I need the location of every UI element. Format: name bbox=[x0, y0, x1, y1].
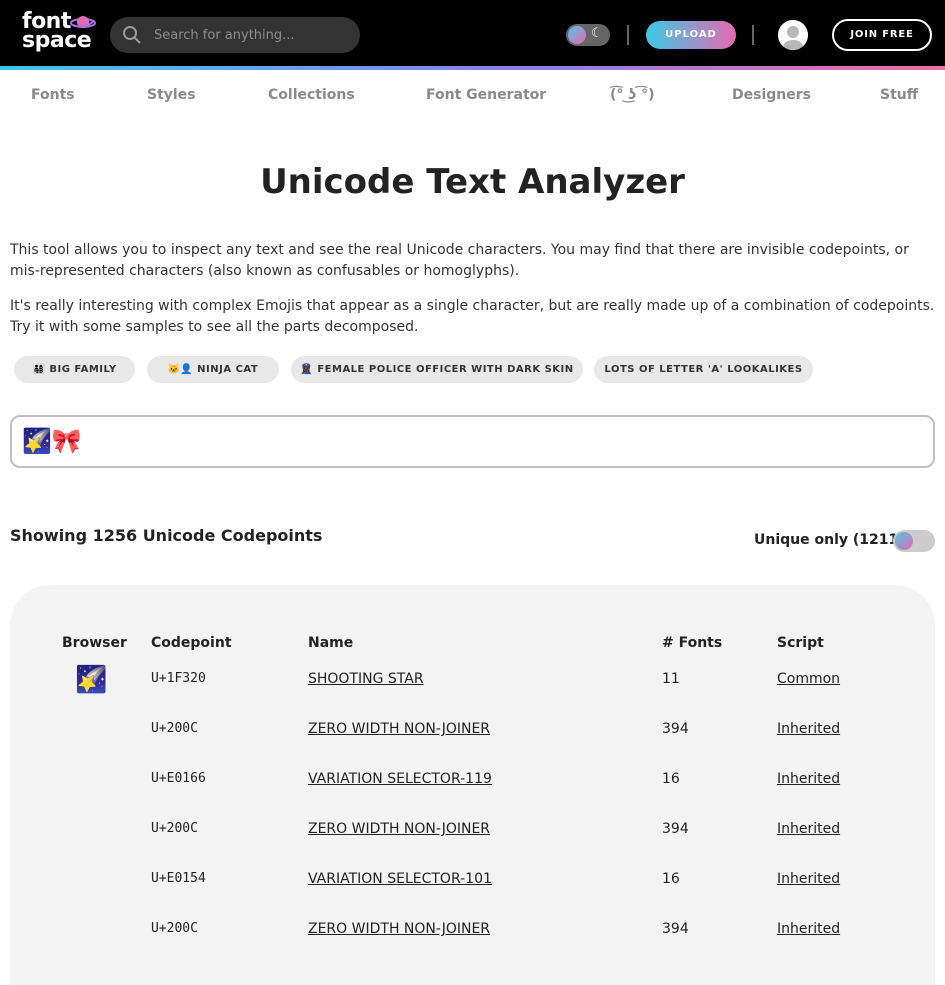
divider bbox=[752, 25, 754, 45]
avatar[interactable] bbox=[778, 20, 808, 50]
fontspace-logo[interactable]: font space bbox=[22, 11, 102, 56]
nav-collections[interactable]: Collections bbox=[268, 87, 355, 103]
planet-icon bbox=[70, 16, 96, 28]
header-script: Script bbox=[777, 635, 824, 651]
character-name-link[interactable]: SHOOTING STAR bbox=[308, 671, 424, 687]
script-link[interactable]: Inherited bbox=[777, 721, 840, 737]
codepoint-count: Showing 1256 Unicode Codepoints bbox=[10, 526, 323, 545]
nav-stuff[interactable]: Stuff bbox=[880, 87, 918, 103]
nav-font-generator[interactable]: Font Generator bbox=[426, 87, 546, 103]
header-name: Name bbox=[308, 635, 354, 651]
sample-big-family[interactable]: 👨‍👩‍👧‍👦 BIG FAMILY bbox=[14, 356, 135, 383]
toggle-knob bbox=[568, 26, 586, 44]
unique-only-toggle[interactable] bbox=[893, 530, 935, 552]
font-count-cell: 11 bbox=[662, 671, 680, 687]
sample-label: NINJA CAT bbox=[197, 364, 259, 375]
divider bbox=[627, 25, 629, 45]
nav-designers[interactable]: Designers bbox=[732, 87, 811, 103]
user-icon bbox=[778, 20, 808, 50]
unique-only-label: Unique only (1211) bbox=[754, 532, 905, 548]
main-nav: Fonts Styles Collections Font Generator … bbox=[0, 70, 945, 120]
script-link[interactable]: Inherited bbox=[777, 921, 840, 937]
page-title: Unicode Text Analyzer bbox=[260, 162, 685, 202]
header-browser: Browser bbox=[62, 635, 127, 651]
join-free-button[interactable]: JOIN FREE bbox=[832, 19, 932, 51]
police-officer-icon: 👮🏿‍♀️ bbox=[300, 364, 314, 375]
codepoint-cell: U+200C bbox=[151, 921, 198, 936]
analyzer-text-input[interactable]: 🌠🎀 bbox=[10, 415, 935, 468]
sample-police-officer[interactable]: 👮🏿‍♀️ FEMALE POLICE OFFICER WITH DARK SK… bbox=[291, 356, 583, 383]
dark-mode-toggle[interactable]: ☾ bbox=[566, 24, 610, 46]
search-input[interactable] bbox=[154, 17, 354, 53]
intro-paragraph: This tool allows you to inspect any text… bbox=[10, 242, 909, 279]
codepoint-cell: U+E0154 bbox=[151, 871, 206, 886]
script-link[interactable]: Common bbox=[777, 671, 840, 687]
ninja-cat-icon: 🐱‍👤 bbox=[167, 364, 194, 375]
sample-label: LOTS OF LETTER 'A' LOOKALIKES bbox=[604, 364, 803, 375]
sample-label: BIG FAMILY bbox=[49, 364, 117, 375]
codepoint-cell: U+200C bbox=[151, 721, 198, 736]
header-fonts: # Fonts bbox=[662, 635, 723, 651]
logo-line-2: space bbox=[22, 28, 92, 53]
nav-lenny-face[interactable]: (͡° ͜ʖ ͡°) bbox=[610, 87, 655, 103]
upload-button[interactable]: UPLOAD bbox=[646, 21, 736, 49]
sample-label: FEMALE POLICE OFFICER WITH DARK SKIN bbox=[317, 364, 574, 375]
character-name-link[interactable]: ZERO WIDTH NON-JOINER bbox=[308, 921, 490, 937]
sample-letter-a-lookalikes[interactable]: LOTS OF LETTER 'A' LOOKALIKES bbox=[594, 356, 813, 383]
font-count-cell: 394 bbox=[662, 921, 689, 937]
codepoint-cell: U+E0166 bbox=[151, 771, 206, 786]
codepoint-cell: U+1F320 bbox=[151, 671, 206, 686]
character-name-link[interactable]: ZERO WIDTH NON-JOINER bbox=[308, 721, 490, 737]
script-link[interactable]: Inherited bbox=[777, 871, 840, 887]
font-count-cell: 394 bbox=[662, 721, 689, 737]
browser-glyph: 🌠 bbox=[75, 665, 108, 695]
script-link[interactable]: Inherited bbox=[777, 821, 840, 837]
font-count-cell: 16 bbox=[662, 771, 680, 787]
search-box[interactable] bbox=[110, 17, 360, 53]
search-icon bbox=[123, 26, 141, 44]
sample-ninja-cat[interactable]: 🐱‍👤 NINJA CAT bbox=[147, 356, 279, 383]
family-icon: 👨‍👩‍👧‍👦 bbox=[32, 364, 46, 375]
nav-styles[interactable]: Styles bbox=[147, 87, 196, 103]
codepoint-cell: U+200C bbox=[151, 821, 198, 836]
character-name-link[interactable]: VARIATION SELECTOR-101 bbox=[308, 871, 492, 887]
toggle-knob bbox=[895, 532, 913, 550]
top-header: font space ☾ UPLOAD JOIN FREE bbox=[0, 0, 945, 66]
character-name-link[interactable]: ZERO WIDTH NON-JOINER bbox=[308, 821, 490, 837]
nav-fonts[interactable]: Fonts bbox=[31, 87, 75, 103]
character-name-link[interactable]: VARIATION SELECTOR-119 bbox=[308, 771, 492, 787]
font-count-cell: 16 bbox=[662, 871, 680, 887]
font-count-cell: 394 bbox=[662, 821, 689, 837]
moon-icon: ☾ bbox=[591, 26, 603, 41]
emoji-paragraph: It's really interesting with complex Emo… bbox=[10, 298, 935, 335]
header-codepoint: Codepoint bbox=[151, 635, 232, 651]
script-link[interactable]: Inherited bbox=[777, 771, 840, 787]
